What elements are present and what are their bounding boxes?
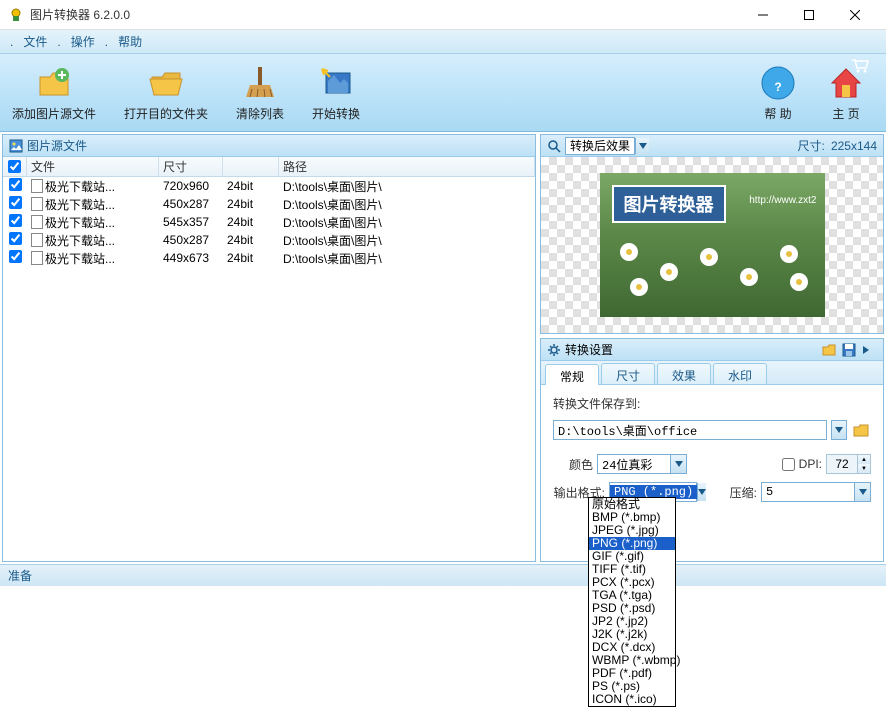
file-icon (31, 233, 43, 247)
open-settings-icon[interactable] (821, 342, 837, 358)
tab-general[interactable]: 常规 (545, 364, 599, 385)
menubar: . 文件 . 操作 . 帮助 (0, 30, 886, 54)
preview-image: 图片转换器 http://www.zxt2 (600, 173, 825, 317)
row-checkbox[interactable] (9, 178, 22, 191)
table-body: 极光下载站...720x96024bitD:\tools\桌面\图片\极光下载站… (3, 177, 535, 561)
folder-plus-icon (34, 63, 74, 103)
magnifier-icon (547, 139, 561, 153)
status-text: 准备 (8, 567, 32, 584)
statusbar: 准备 (0, 564, 886, 586)
table-header: 文件 尺寸 路径 (3, 157, 535, 177)
app-icon (8, 7, 24, 23)
gear-icon (547, 343, 561, 357)
open-dest-button[interactable]: 打开目的文件夹 (124, 63, 208, 122)
preview-canvas: 图片转换器 http://www.zxt2 (541, 157, 883, 333)
image-icon (9, 139, 23, 153)
compress-label: 压缩: (730, 484, 757, 501)
save-to-input[interactable] (553, 420, 827, 440)
preview-dimension: 尺寸: 225x144 (797, 137, 877, 154)
convert-icon (316, 63, 356, 103)
table-row[interactable]: 极光下载站...450x28724bitD:\tools\桌面\图片\ (3, 231, 535, 249)
table-row[interactable]: 极光下载站...449x67324bitD:\tools\桌面\图片\ (3, 249, 535, 267)
help-button[interactable]: ? 帮 助 (758, 63, 798, 122)
file-icon (31, 179, 43, 193)
window-title: 图片转换器 6.2.0.0 (30, 6, 740, 23)
row-checkbox[interactable] (9, 250, 22, 263)
add-source-button[interactable]: 添加图片源文件 (12, 63, 96, 122)
source-files-panel: 图片源文件 文件 尺寸 路径 极光下载站...720x96024bitD:\to… (2, 134, 536, 562)
menu-help[interactable]: 帮助 (110, 31, 150, 52)
settings-header: 转换设置 (541, 339, 883, 361)
minimize-button[interactable] (740, 0, 786, 30)
start-convert-button[interactable]: 开始转换 (312, 63, 360, 122)
main-area: 图片源文件 文件 尺寸 路径 极光下载站...720x96024bitD:\to… (0, 132, 886, 564)
more-settings-icon[interactable] (861, 342, 877, 358)
menu-file[interactable]: 文件 (15, 31, 55, 52)
settings-title: 转换设置 (565, 341, 613, 358)
panel-title: 图片源文件 (27, 137, 87, 154)
preview-mode-dropdown-arrow[interactable] (635, 138, 649, 154)
row-checkbox[interactable] (9, 232, 22, 245)
col-size[interactable]: 尺寸 (159, 157, 223, 176)
row-checkbox[interactable] (9, 214, 22, 227)
home-icon (826, 63, 866, 103)
color-label: 颜色 (553, 456, 593, 473)
col-path[interactable]: 路径 (279, 157, 535, 176)
settings-tabs: 常规 尺寸 效果 水印 (541, 361, 883, 385)
toolbar: 添加图片源文件 打开目的文件夹 清除列表 开始转换 ? 帮 助 主 页 (0, 54, 886, 132)
file-icon (31, 197, 43, 211)
save-to-dropdown[interactable] (831, 420, 847, 440)
format-dropdown-list[interactable]: 原始格式BMP (*.bmp)JPEG (*.jpg)PNG (*.png)GI… (588, 497, 676, 707)
col-file[interactable]: 文件 (27, 157, 159, 176)
menu-operate[interactable]: 操作 (63, 31, 103, 52)
table-row[interactable]: 极光下载站...545x35724bitD:\tools\桌面\图片\ (3, 213, 535, 231)
titlebar: 图片转换器 6.2.0.0 (0, 0, 886, 30)
color-select[interactable]: 24位真彩 (597, 454, 687, 474)
dpi-checkbox[interactable] (782, 458, 795, 471)
tab-size[interactable]: 尺寸 (601, 363, 655, 384)
maximize-button[interactable] (786, 0, 832, 30)
broom-icon (240, 63, 280, 103)
folder-open-icon (146, 63, 186, 103)
close-button[interactable] (832, 0, 878, 30)
dpi-label: DPI: (799, 457, 822, 471)
save-to-label: 转换文件保存到: (553, 395, 640, 412)
preview-header: 转换后效果 尺寸: 225x144 (541, 135, 883, 157)
format-option[interactable]: ICON (*.ico) (589, 693, 675, 706)
browse-folder-button[interactable] (851, 420, 871, 440)
row-checkbox[interactable] (9, 196, 22, 209)
source-files-header: 图片源文件 (3, 135, 535, 157)
dpi-spinner[interactable]: ▲▼ (826, 454, 871, 474)
save-settings-icon[interactable] (841, 342, 857, 358)
tab-effect[interactable]: 效果 (657, 363, 711, 384)
col-bit[interactable] (223, 157, 279, 176)
tab-watermark[interactable]: 水印 (713, 363, 767, 384)
table-row[interactable]: 极光下载站...720x96024bitD:\tools\桌面\图片\ (3, 177, 535, 195)
file-icon (31, 215, 43, 229)
preview-box: 转换后效果 尺寸: 225x144 图片转换器 http://www.zxt2 (540, 134, 884, 334)
file-icon (31, 251, 43, 265)
table-row[interactable]: 极光下载站...450x28724bitD:\tools\桌面\图片\ (3, 195, 535, 213)
select-all-checkbox[interactable] (8, 160, 21, 173)
compress-select[interactable]: 5 (761, 482, 871, 502)
svg-text:?: ? (774, 80, 781, 94)
preview-mode-select[interactable]: 转换后效果 (565, 137, 635, 155)
home-button[interactable]: 主 页 (826, 63, 866, 122)
help-icon: ? (758, 63, 798, 103)
clear-list-button[interactable]: 清除列表 (236, 63, 284, 122)
